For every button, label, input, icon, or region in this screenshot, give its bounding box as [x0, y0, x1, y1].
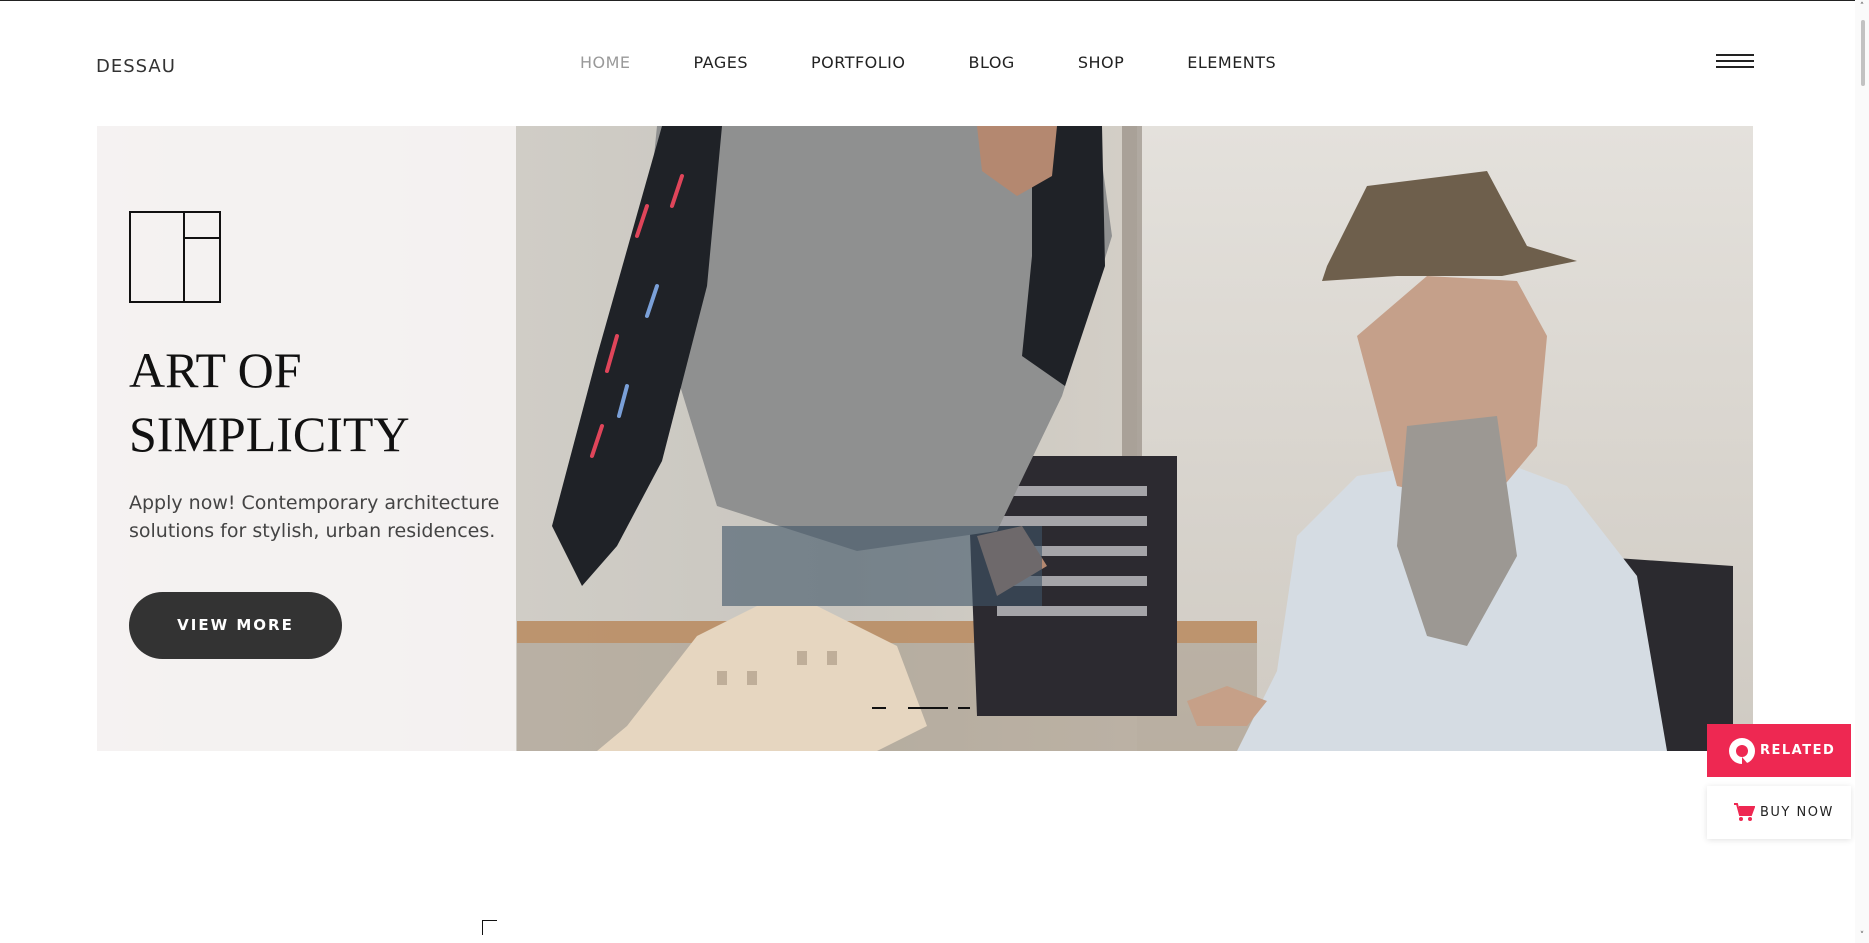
hero-title-line-1: ART OF	[129, 342, 302, 398]
cart-icon	[1734, 803, 1755, 821]
related-label: RELATED	[1760, 743, 1836, 758]
corner-decoration	[482, 920, 497, 935]
buy-now-label: BUY NOW	[1760, 805, 1834, 820]
slider-pagination	[872, 707, 972, 713]
slider-dot-2[interactable]	[908, 707, 948, 709]
hero-title-line-2: SIMPLICITY	[129, 406, 410, 462]
nav-home[interactable]: HOME	[580, 53, 631, 72]
scroll-thumb[interactable]	[1861, 20, 1865, 86]
nav-pages[interactable]: PAGES	[694, 53, 748, 72]
circle-logo-icon	[1729, 738, 1755, 764]
hero-slider: ART OF SIMPLICITY Apply now! Contemporar…	[97, 126, 1753, 751]
related-button[interactable]: RELATED	[1707, 724, 1851, 777]
slider-dot-1[interactable]	[872, 707, 886, 709]
view-more-button[interactable]: VIEW MORE	[129, 592, 342, 659]
page-scrollbar[interactable]: ˄ ˅	[1855, 0, 1869, 943]
nav-elements[interactable]: ELEMENTS	[1187, 53, 1276, 72]
window-top-border	[0, 0, 1869, 1]
main-nav: HOME PAGES PORTFOLIO BLOG SHOP ELEMENTS	[580, 53, 1339, 72]
site-logo[interactable]: DESSAU	[96, 56, 176, 77]
scroll-down-icon[interactable]: ˅	[1858, 932, 1866, 941]
layout-grid-icon	[129, 211, 221, 303]
hamburger-icon[interactable]	[1716, 54, 1754, 70]
nav-blog[interactable]: BLOG	[969, 53, 1015, 72]
buy-now-button[interactable]: BUY NOW	[1707, 786, 1851, 839]
nav-shop[interactable]: SHOP	[1078, 53, 1124, 72]
hero-title: ART OF SIMPLICITY	[129, 338, 509, 466]
scroll-up-icon[interactable]: ˄	[1858, 3, 1866, 12]
nav-portfolio[interactable]: PORTFOLIO	[811, 53, 906, 72]
slider-dot-3[interactable]	[958, 707, 970, 709]
hero-description: Apply now! Contemporary architecture sol…	[129, 492, 500, 542]
